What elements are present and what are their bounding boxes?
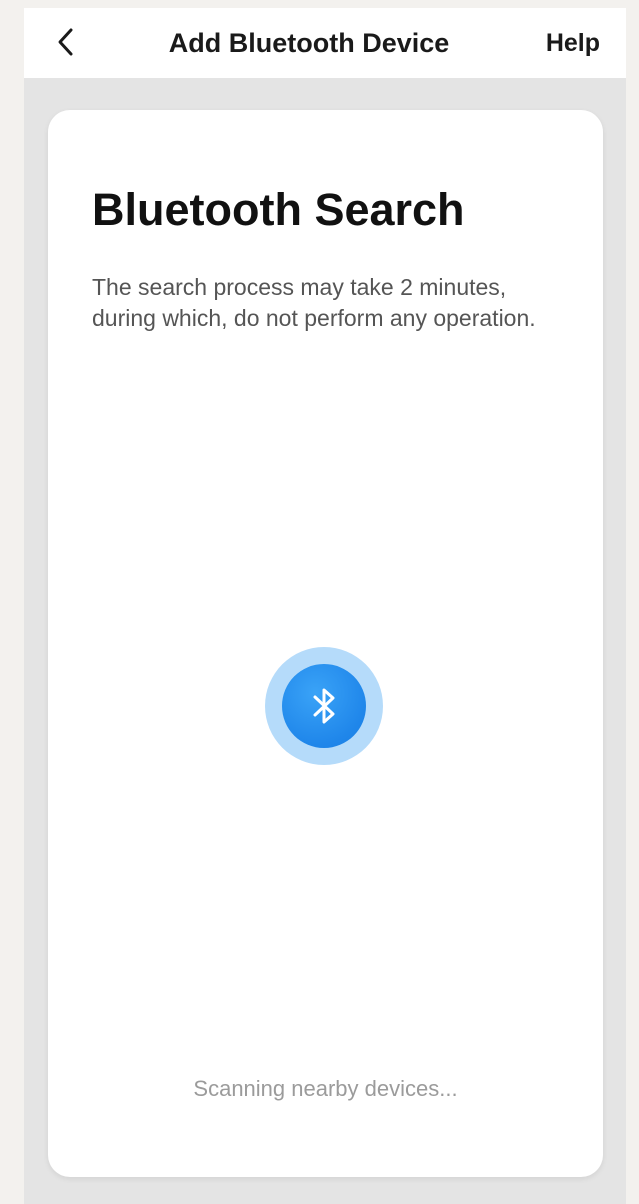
nav-bar: Add Bluetooth Device Help (24, 8, 626, 78)
help-button[interactable]: Help (546, 8, 600, 78)
scan-status-text: Scanning nearby devices... (193, 1076, 458, 1101)
chevron-left-icon (58, 28, 73, 56)
search-card: Bluetooth Search The search process may … (48, 110, 603, 1177)
card-description: The search process may take 2 minutes, d… (92, 274, 536, 331)
card-title: Bluetooth Search (92, 184, 465, 235)
bluetooth-icon (313, 688, 335, 724)
scan-indicator (265, 647, 383, 765)
page-title: Add Bluetooth Device (168, 28, 450, 58)
phone-screen: Add Bluetooth Device Help Bluetooth Sear… (24, 8, 626, 1204)
back-button[interactable] (46, 22, 86, 62)
scan-indicator-core (282, 664, 366, 748)
